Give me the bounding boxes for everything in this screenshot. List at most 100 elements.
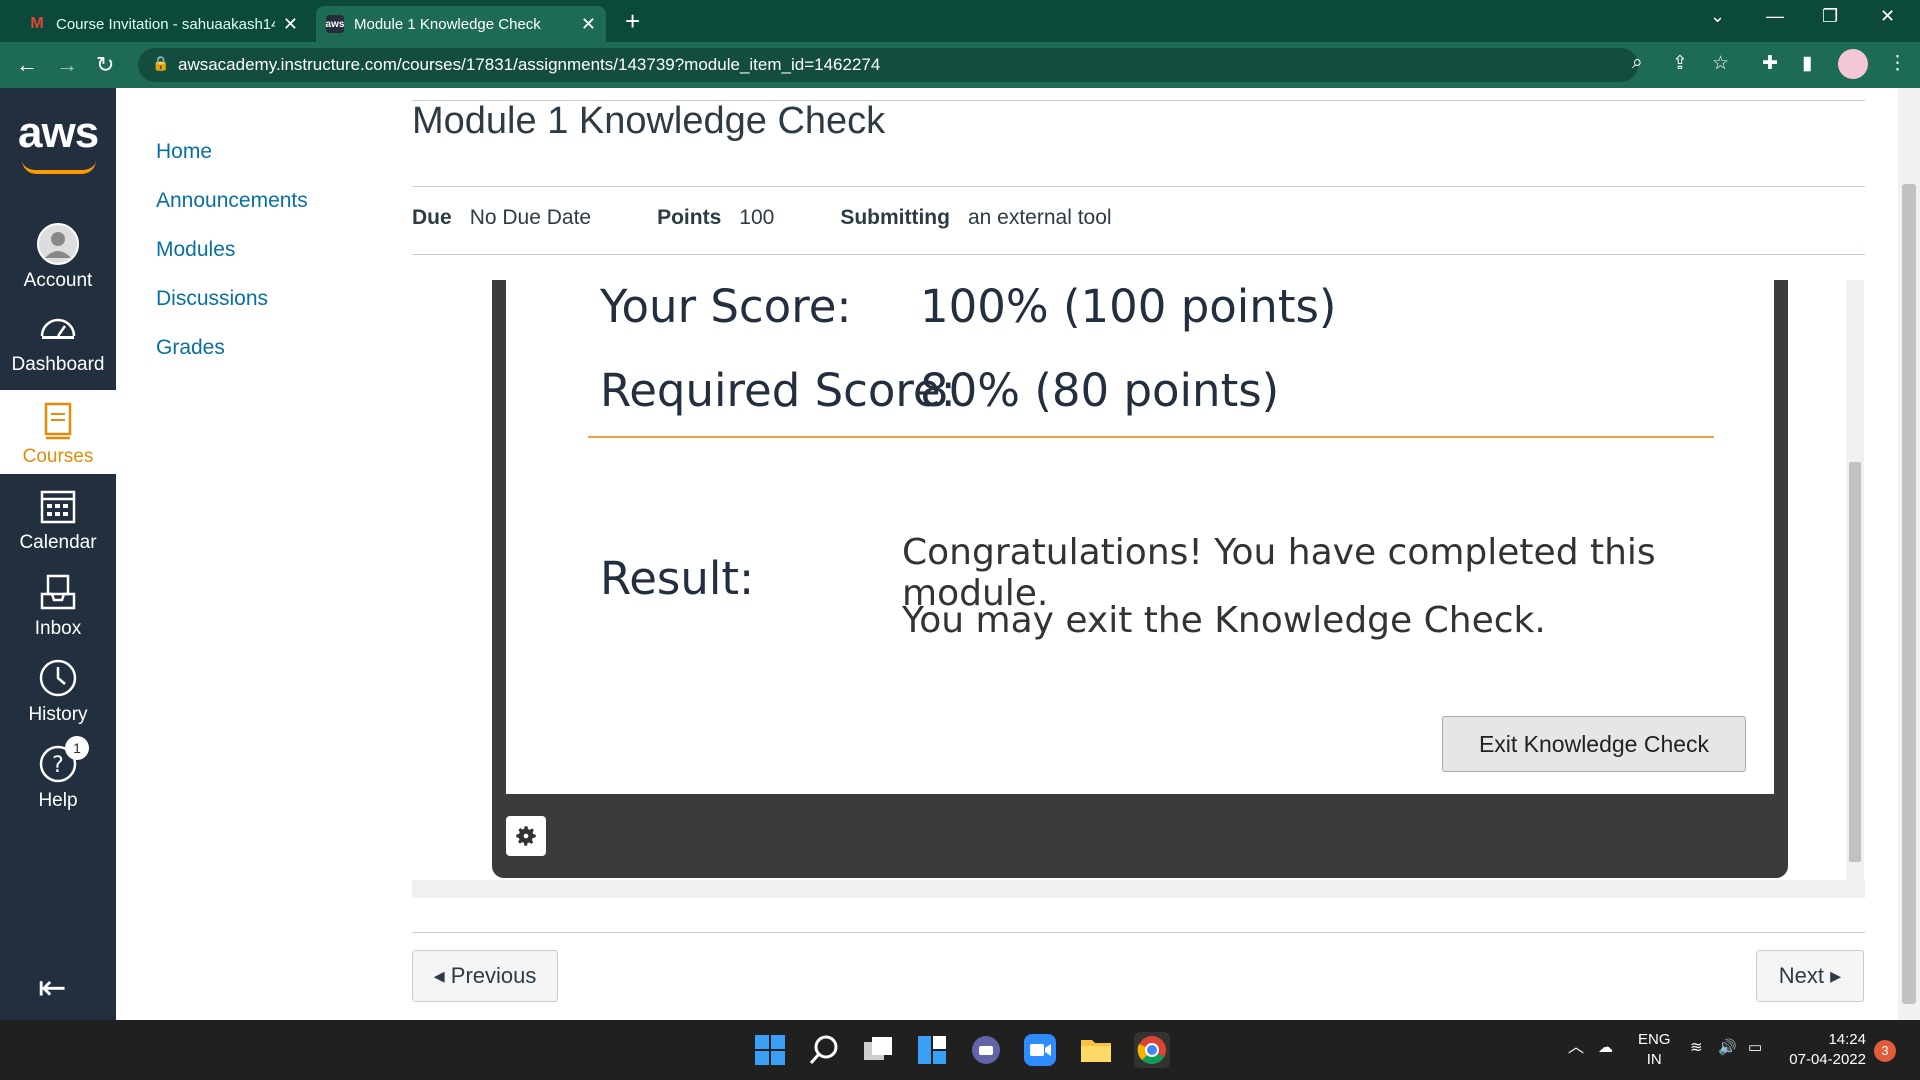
settings-button[interactable] [506, 816, 546, 856]
knowledge-check-results: Your Score: 100% (100 points) Required S… [506, 280, 1774, 794]
close-icon[interactable]: ✕ [283, 14, 298, 35]
forward-icon[interactable]: → [56, 52, 78, 78]
due-label: Due [412, 206, 452, 229]
chrome-icon[interactable] [1134, 1032, 1170, 1068]
divider [412, 932, 1865, 933]
date: 07-04-2022 [1789, 1051, 1866, 1068]
collapse-nav-icon[interactable]: ⇤ [38, 968, 67, 1008]
course-nav-announcements[interactable]: Announcements [156, 189, 308, 213]
nav-history[interactable]: History [0, 648, 116, 732]
teams-chat-icon[interactable] [968, 1032, 1004, 1068]
search-icon[interactable] [806, 1032, 842, 1068]
url-field[interactable]: 🔒 awsacademy.instructure.com/courses/178… [138, 48, 1638, 82]
nav-account[interactable]: Account [0, 214, 116, 298]
required-score-value: 80% (80 points) [920, 364, 1280, 417]
url-text: awsacademy.instructure.com/courses/17831… [178, 55, 881, 74]
nav-help[interactable]: ? 1 Help [0, 734, 116, 818]
result-message-line2: You may exit the Knowledge Check. [902, 600, 1546, 641]
file-explorer-icon[interactable] [1078, 1032, 1114, 1068]
course-nav-discussions[interactable]: Discussions [156, 287, 308, 311]
nav-label: Account [23, 270, 93, 291]
new-tab-button[interactable]: + [625, 6, 640, 37]
minimize-button[interactable]: — [1766, 6, 1784, 27]
next-button[interactable]: Next ▸ [1756, 950, 1864, 1002]
courses-icon [44, 402, 72, 440]
scrollbar-thumb[interactable] [1849, 462, 1861, 862]
extensions-icon[interactable]: ✚ [1762, 52, 1778, 75]
nav-courses[interactable]: Courses [0, 390, 116, 474]
menu-icon[interactable]: ⋮ [1888, 52, 1907, 75]
nav-label: History [28, 704, 88, 725]
close-window-button[interactable]: ✕ [1880, 6, 1895, 27]
course-nav-home[interactable]: Home [156, 140, 308, 164]
aws-icon: aws [326, 15, 344, 33]
page-title: Module 1 Knowledge Check [412, 100, 886, 142]
reload-icon[interactable]: ↻ [96, 52, 114, 78]
course-nav-modules[interactable]: Modules [156, 238, 308, 262]
history-icon [39, 659, 77, 697]
your-score-value: 100% (100 points) [920, 280, 1337, 333]
page-scrollbar[interactable] [1898, 88, 1920, 1020]
aws-logo-smile [22, 160, 96, 174]
wifi-icon[interactable]: ≋ [1690, 1038, 1703, 1058]
zoom-icon[interactable]: ⌕ [1632, 52, 1643, 74]
onedrive-icon[interactable]: ☁ [1598, 1038, 1613, 1058]
calendar-icon [40, 490, 76, 524]
help-badge: 1 [65, 736, 89, 760]
assignment-details: Due No Due Date Points 100 Submitting an… [412, 206, 1112, 230]
points-label: Points [657, 206, 722, 229]
region-code: IN [1646, 1051, 1662, 1068]
submitting-value: an external tool [967, 206, 1112, 229]
inbox-icon [40, 574, 76, 610]
nav-label: Courses [22, 446, 94, 467]
zoom-app-icon[interactable] [1022, 1032, 1058, 1068]
profile-avatar[interactable] [1838, 49, 1868, 79]
result-label: Result: [600, 552, 755, 605]
show-hidden-icons[interactable]: ︿ [1568, 1038, 1584, 1058]
nav-inbox[interactable]: Inbox [0, 562, 116, 646]
global-navigation: aws Account Dashboard Courses Calendar I… [0, 88, 116, 1020]
back-icon[interactable]: ← [16, 52, 38, 78]
tab-module-knowledge-check[interactable]: aws Module 1 Knowledge Check ✕ [316, 6, 606, 42]
your-score-label: Your Score: [600, 280, 852, 333]
share-icon[interactable]: ⇪ [1672, 52, 1688, 75]
side-panel-icon[interactable]: ▮ [1802, 52, 1812, 75]
notification-badge[interactable]: 3 [1874, 1040, 1896, 1062]
volume-icon[interactable]: 🔊 [1718, 1038, 1737, 1058]
address-bar-row: ← → ↻ 🔒 awsacademy.instructure.com/cours… [0, 42, 1920, 88]
tab-title: Module 1 Knowledge Check [354, 15, 541, 33]
divider [588, 436, 1714, 438]
maximize-button[interactable]: ❐ [1822, 6, 1838, 27]
horizontal-scrollbar[interactable] [412, 880, 1865, 898]
nav-label: Help [38, 790, 78, 811]
close-icon[interactable]: ✕ [581, 14, 596, 35]
svg-text:?: ? [52, 753, 64, 778]
windows-taskbar: ︿ ☁ ENG IN ≋ 🔊 ▭ 14:24 07-04-2022 3 [0, 1020, 1920, 1080]
iframe-scrollbar[interactable] [1846, 280, 1864, 880]
time: 14:24 [1828, 1031, 1866, 1048]
widgets-icon[interactable] [914, 1032, 950, 1068]
previous-button[interactable]: ◂ Previous [412, 950, 558, 1002]
nav-dashboard[interactable]: Dashboard [0, 298, 116, 382]
scrollbar-thumb[interactable] [1902, 184, 1916, 1004]
tab-course-invitation[interactable]: M Course Invitation - sahuaakash14 ✕ [18, 6, 308, 42]
aws-logo[interactable]: aws [18, 108, 99, 158]
battery-icon[interactable]: ▭ [1748, 1038, 1762, 1058]
language-indicator[interactable]: ENG IN [1638, 1030, 1671, 1070]
nav-label: Dashboard [11, 354, 105, 375]
nav-label: Inbox [34, 618, 82, 639]
course-navigation: Home Announcements Modules Discussions G… [156, 140, 308, 385]
windows-start-icon[interactable] [752, 1032, 788, 1068]
nav-calendar[interactable]: Calendar [0, 476, 116, 560]
clock[interactable]: 14:24 07-04-2022 [1786, 1030, 1866, 1070]
lock-icon: 🔒 [152, 55, 170, 71]
task-view-icon[interactable] [860, 1032, 896, 1068]
divider [412, 186, 1865, 187]
gmail-icon: M [30, 15, 44, 32]
exit-knowledge-check-button[interactable]: Exit Knowledge Check [1442, 716, 1746, 772]
bookmark-star-icon[interactable]: ☆ [1712, 52, 1729, 75]
course-nav-grades[interactable]: Grades [156, 336, 308, 360]
points-value: 100 [739, 206, 775, 229]
tab-title: Course Invitation - sahuaakash14 [56, 15, 275, 33]
tab-search-icon[interactable]: ⌄ [1710, 6, 1725, 27]
